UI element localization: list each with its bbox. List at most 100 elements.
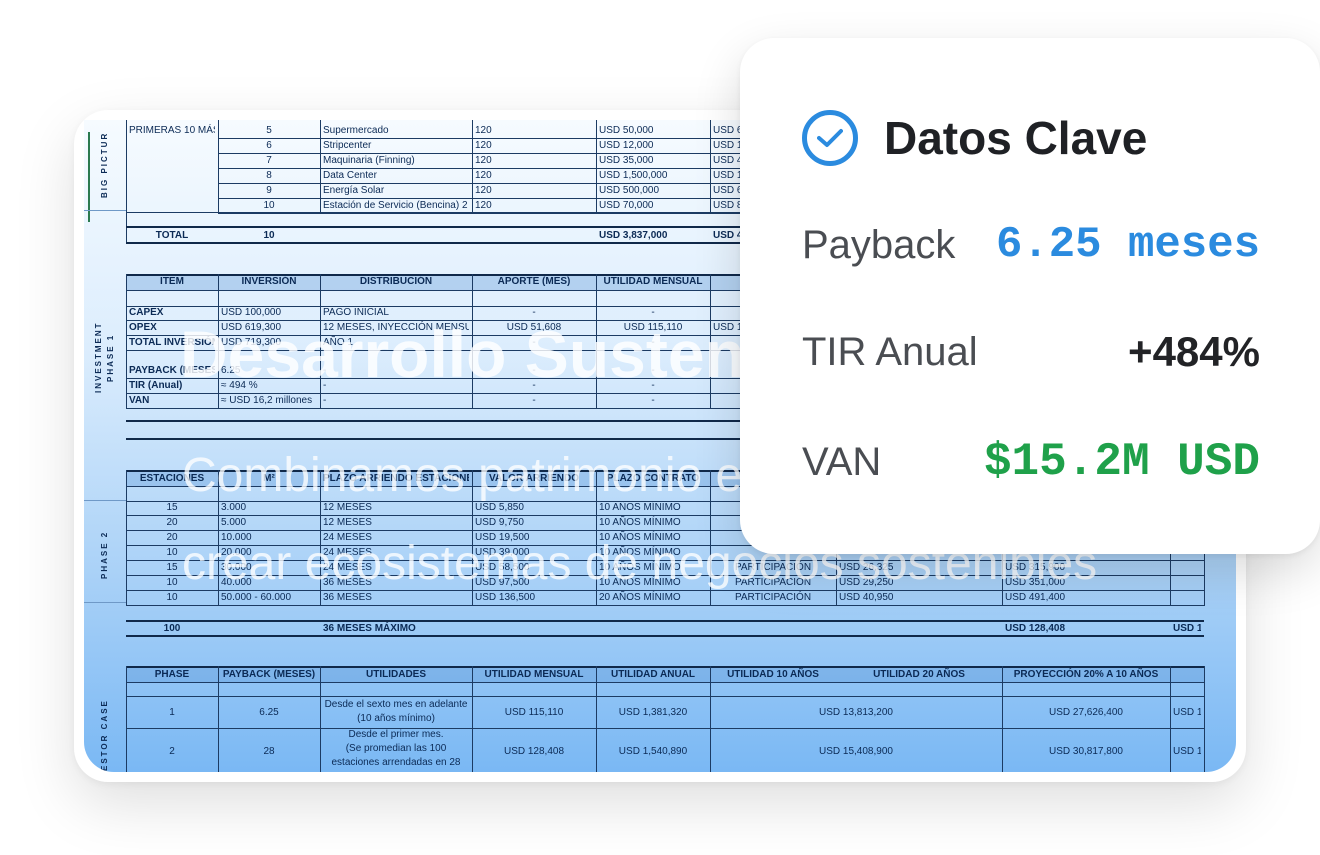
key-data-card: Datos Clave Payback 6.25 meses TIR Anual… — [740, 38, 1320, 554]
table-cell: - — [323, 395, 327, 406]
table-cell: USD 16,575,840 — [1173, 707, 1201, 718]
tir-row: TIR Anual +484% — [802, 328, 1260, 376]
table-cell: Desde el primer mes. — [348, 729, 444, 740]
column-header: PROYECCIÓN 20% A 10 AÑOS — [1013, 669, 1159, 680]
grid-line — [320, 120, 321, 212]
table-cell: USD 128,408 — [1005, 623, 1066, 634]
table-cell: 1 — [169, 707, 175, 718]
table-cell: estaciones arrendadas en 28 — [331, 757, 461, 768]
table-cell: 36 MESES MÁXIMO — [323, 623, 416, 634]
table-cell: USD 15,408,900 — [819, 746, 893, 757]
table-cell: 120 — [475, 200, 492, 211]
table-cell: USD 27,626,400 — [1049, 707, 1123, 718]
table-cell: Desde el sexto mes en adelante — [324, 699, 468, 710]
van-value: $15.2M USD — [983, 436, 1260, 488]
grid-line — [126, 274, 127, 408]
side-label-big-picture: BIG PICTUR — [100, 131, 109, 199]
column-header: UTILIDAD ANUAL — [610, 669, 696, 680]
table-cell: USD 13,813,200 — [819, 707, 893, 718]
table-cell: USD 18,490,680 — [1173, 746, 1201, 757]
side-separator — [84, 500, 126, 501]
column-header: PAYBACK (MESES) — [222, 669, 316, 680]
column-header: INVERSIÓN — [241, 276, 297, 287]
side-label-phase2: PHASE 2 — [100, 530, 109, 580]
table-cell: 5 — [266, 125, 272, 136]
grid-line — [472, 120, 473, 212]
table-cell: Maquinaria (Finning) — [323, 155, 415, 166]
tir-value: +484% — [1128, 328, 1260, 375]
grid-line — [126, 696, 1204, 697]
table-cell: 120 — [475, 185, 492, 196]
payback-row: Payback 6.25 meses — [802, 220, 1260, 270]
tir-label: TIR Anual — [802, 329, 978, 374]
column-header: UTILIDAD 10 AÑOS — [727, 669, 819, 680]
table-cell: USD 1,381,320 — [618, 707, 688, 718]
column-header: UTILIDADES — [366, 669, 426, 680]
table-cell: 8 — [266, 170, 272, 181]
table-cell: USD 70,000 — [599, 200, 654, 211]
group-label: PRIMERAS 10 MÁS ATRACTIVAS — [129, 125, 215, 136]
payback-value: 6.25 meses — [995, 220, 1260, 270]
table-cell: USD 1,540,890 — [1173, 623, 1201, 634]
table-cell: USD 1,540,890 — [618, 746, 688, 757]
grid-line — [126, 728, 1204, 729]
grid-line — [126, 666, 127, 772]
table-cell: 9 — [266, 185, 272, 196]
van-label: VAN — [802, 439, 882, 484]
table-cell: USD 1,500,000 — [599, 170, 668, 181]
table-cell: Stripcenter — [323, 140, 372, 151]
table-cell: 10 — [263, 200, 275, 211]
table-cell: ≈ USD 16,2 millones — [221, 395, 313, 406]
table-cell: 10 — [263, 230, 275, 241]
side-separator — [84, 602, 126, 603]
column-header: DISTRIBUCIÓN — [359, 276, 433, 287]
table-cell: 2 — [169, 746, 175, 757]
side-label-investor-case: ESTOR CASE — [100, 699, 109, 771]
table-cell: USD 500,000 — [599, 185, 660, 196]
grid-line — [596, 666, 597, 772]
table-cell: USD 35,000 — [599, 155, 654, 166]
grid-line — [710, 120, 711, 212]
table-cell: - — [532, 395, 536, 406]
column-header: APORTE (MES) — [497, 276, 571, 287]
table-cell: USD 115,110 — [504, 707, 564, 718]
side-separator — [84, 210, 126, 211]
table-cell: 120 — [475, 155, 492, 166]
table-cell: 6.25 — [259, 707, 279, 718]
van-row: VAN $15.2M USD — [802, 436, 1260, 488]
grid-line — [1002, 666, 1003, 772]
table-cell: USD 12,000 — [599, 140, 654, 151]
grid-line — [1170, 666, 1171, 772]
card-title: Datos Clave — [884, 112, 1148, 164]
table-cell: 100 — [163, 623, 181, 634]
table-cell: 120 — [475, 140, 492, 151]
table-cell: USD 128,408 — [503, 746, 565, 757]
side-label-investment: INVESTMENT PHASE 1 — [94, 321, 115, 394]
column-header: UTILIDAD 20 AÑOS — [873, 669, 965, 680]
table-cell: VAN — [129, 395, 150, 406]
table-cell: Data Center — [323, 170, 377, 181]
table-cell: 120 — [475, 125, 492, 136]
column-header: ITEM — [160, 276, 184, 287]
table-cell: USD 50,000 — [599, 125, 654, 136]
table-cell: - — [651, 395, 655, 406]
table-cell: 6 — [266, 140, 272, 151]
grid-line — [472, 666, 473, 772]
column-header: UTILIDAD MENSUAL — [603, 276, 703, 287]
grid-line — [1204, 666, 1205, 772]
table-cell: 28 — [263, 746, 275, 757]
column-header: UTILIDAD MENSUAL — [484, 669, 584, 680]
grid-line — [126, 470, 127, 606]
grid-line — [218, 666, 219, 772]
grid-line — [126, 682, 1204, 683]
grid-line — [596, 120, 597, 212]
grid-line — [126, 635, 1204, 637]
table-cell: Supermercado — [323, 125, 389, 136]
check-circle-icon — [802, 110, 858, 166]
grid-line — [218, 120, 219, 212]
table-cell: 120 — [475, 170, 492, 181]
table-cell: USD 30,817,800 — [1049, 746, 1123, 757]
table-cell: USD 3,837,000 — [599, 230, 668, 241]
table-cell: (Se promedian las 100 — [345, 743, 447, 754]
grid-line — [320, 666, 321, 772]
